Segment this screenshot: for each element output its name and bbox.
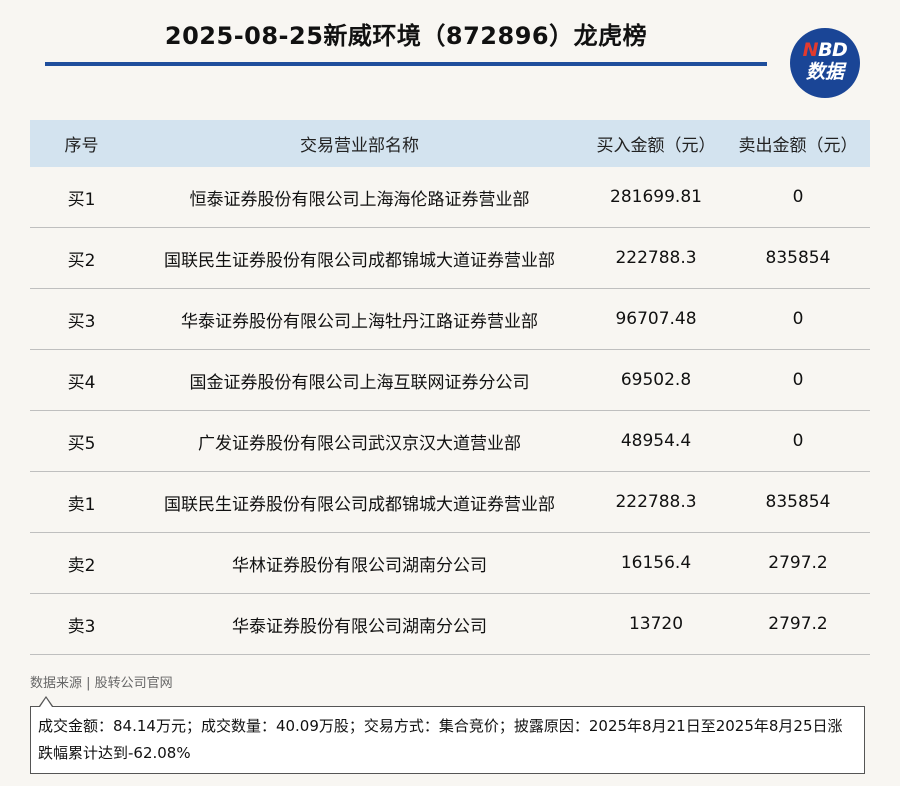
table-row: 买3 华泰证券股份有限公司上海牡丹江路证券营业部 96707.48 0 [30,288,870,350]
logo-line1: NBD [790,39,860,61]
cell-buy-amount: 222788.3 [586,471,726,533]
cell-index: 买2 [30,227,133,289]
cell-sell-amount: 835854 [726,471,870,533]
cell-index: 买3 [30,288,133,350]
cell-index: 卖1 [30,471,133,533]
cell-sell-amount: 0 [726,410,870,472]
logo-n: N [802,39,819,61]
note-pointer-fill [40,698,52,707]
dragon-tiger-table: 序号 交易营业部名称 买入金额（元） 卖出金额（元） 买1 恒泰证券股份有限公司… [30,120,870,655]
nbd-logo: NBD 数据 [790,28,860,98]
cell-sell-amount: 0 [726,288,870,350]
cell-branch-name: 国金证券股份有限公司上海互联网证券分公司 [133,349,586,411]
header-branch-name: 交易营业部名称 [133,120,586,167]
table-row: 卖2 华林证券股份有限公司湖南分公司 16156.4 2797.2 [30,532,870,594]
data-source: 数据来源 | 股转公司官网 [30,676,173,691]
header-buy-amount: 买入金额（元） [586,120,726,167]
cell-branch-name: 华林证券股份有限公司湖南分公司 [133,532,586,594]
cell-branch-name: 国联民生证券股份有限公司成都锦城大道证券营业部 [133,227,586,289]
header-sell-amount: 卖出金额（元） [726,120,870,167]
cell-buy-amount: 16156.4 [586,532,726,594]
logo-bd: BD [818,39,848,61]
table-row: 卖1 国联民生证券股份有限公司成都锦城大道证券营业部 222788.3 8358… [30,471,870,533]
cell-buy-amount: 222788.3 [586,227,726,289]
cell-index: 买1 [30,167,133,228]
cell-index: 卖2 [30,532,133,594]
title-underline [45,62,767,66]
cell-buy-amount: 48954.4 [586,410,726,472]
cell-branch-name: 华泰证券股份有限公司湖南分公司 [133,593,586,655]
cell-index: 卖3 [30,593,133,655]
cell-sell-amount: 0 [726,167,870,228]
cell-sell-amount: 2797.2 [726,532,870,594]
cell-sell-amount: 835854 [726,227,870,289]
cell-buy-amount: 281699.81 [586,167,726,228]
table-row: 买2 国联民生证券股份有限公司成都锦城大道证券营业部 222788.3 8358… [30,227,870,289]
table-row: 买1 恒泰证券股份有限公司上海海伦路证券营业部 281699.81 0 [30,167,870,228]
cell-index: 买4 [30,349,133,411]
page-title: 2025-08-25新威环境（872896）龙虎榜 [164,22,648,50]
header-index: 序号 [30,120,133,167]
table-header-row: 序号 交易营业部名称 买入金额（元） 卖出金额（元） [30,120,870,167]
cell-sell-amount: 2797.2 [726,593,870,655]
cell-buy-amount: 13720 [586,593,726,655]
table-row: 买4 国金证券股份有限公司上海互联网证券分公司 69502.8 0 [30,349,870,411]
table-row: 买5 广发证券股份有限公司武汉京汉大道营业部 48954.4 0 [30,410,870,472]
cell-index: 买5 [30,410,133,472]
trade-summary-note: 成交金额：84.14万元；成交数量：40.09万股；交易方式：集合竞价；披露原因… [30,706,865,774]
logo-line2: 数据 [805,61,844,83]
cell-branch-name: 国联民生证券股份有限公司成都锦城大道证券营业部 [133,471,586,533]
cell-buy-amount: 69502.8 [586,349,726,411]
cell-branch-name: 恒泰证券股份有限公司上海海伦路证券营业部 [133,167,586,228]
cell-branch-name: 华泰证券股份有限公司上海牡丹江路证券营业部 [133,288,586,350]
table-row: 卖3 华泰证券股份有限公司湖南分公司 13720 2797.2 [30,593,870,655]
cell-sell-amount: 0 [726,349,870,411]
cell-buy-amount: 96707.48 [586,288,726,350]
cell-branch-name: 广发证券股份有限公司武汉京汉大道营业部 [133,410,586,472]
